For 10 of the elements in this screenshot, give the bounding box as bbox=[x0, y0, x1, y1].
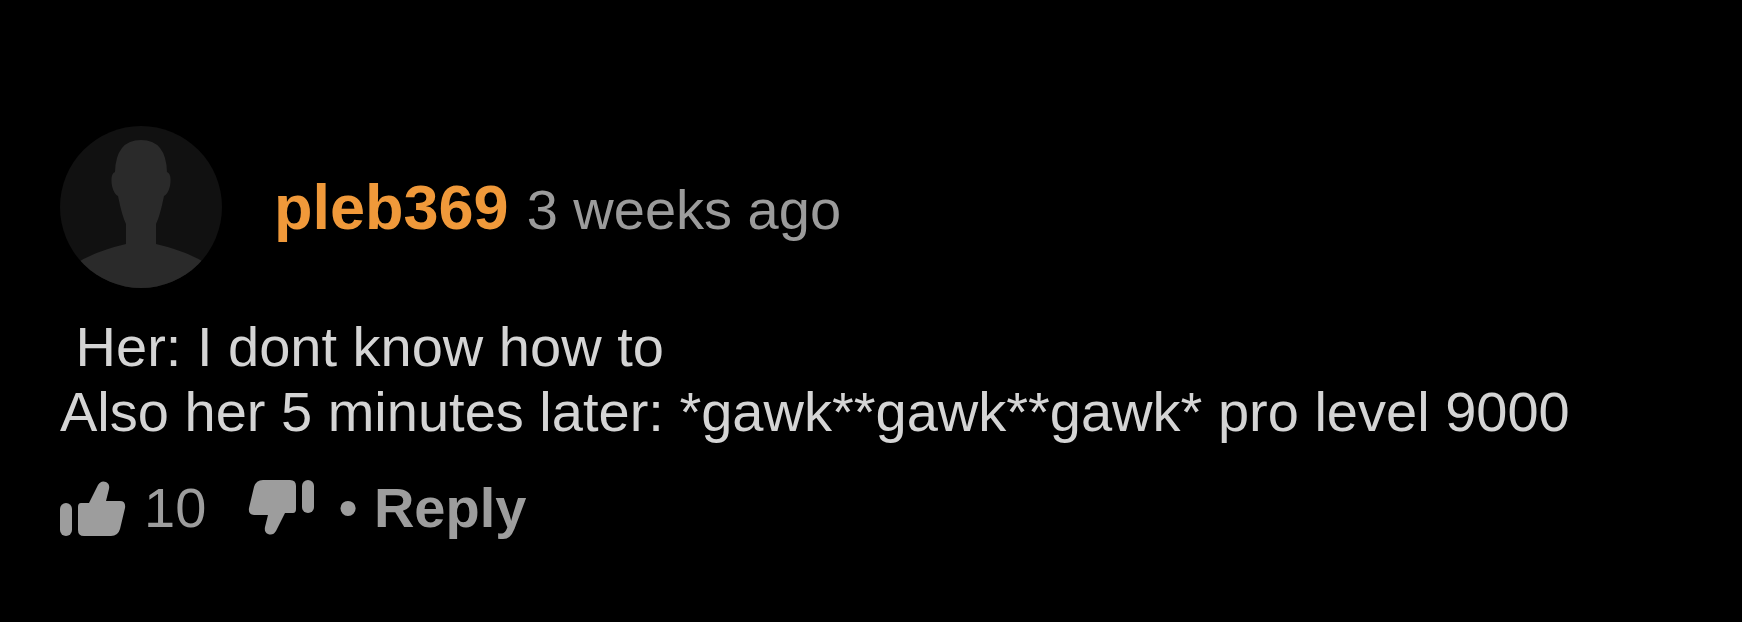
separator-dot: • bbox=[338, 480, 358, 536]
comment-text: Her: I dont know how to Also her 5 minutes later: *gawk**gawk**gawk* pro level 9000 bbox=[60, 314, 1570, 444]
like-count: 10 bbox=[144, 480, 207, 536]
timestamp: 3 weeks ago bbox=[526, 176, 842, 243]
user-silhouette-icon bbox=[60, 126, 222, 288]
dislike-button[interactable] bbox=[248, 480, 315, 536]
username-link[interactable]: pleb369 bbox=[274, 159, 509, 255]
thumbs-up-icon bbox=[60, 480, 126, 536]
thumbs-down-icon bbox=[248, 480, 315, 536]
like-button[interactable] bbox=[60, 480, 126, 536]
